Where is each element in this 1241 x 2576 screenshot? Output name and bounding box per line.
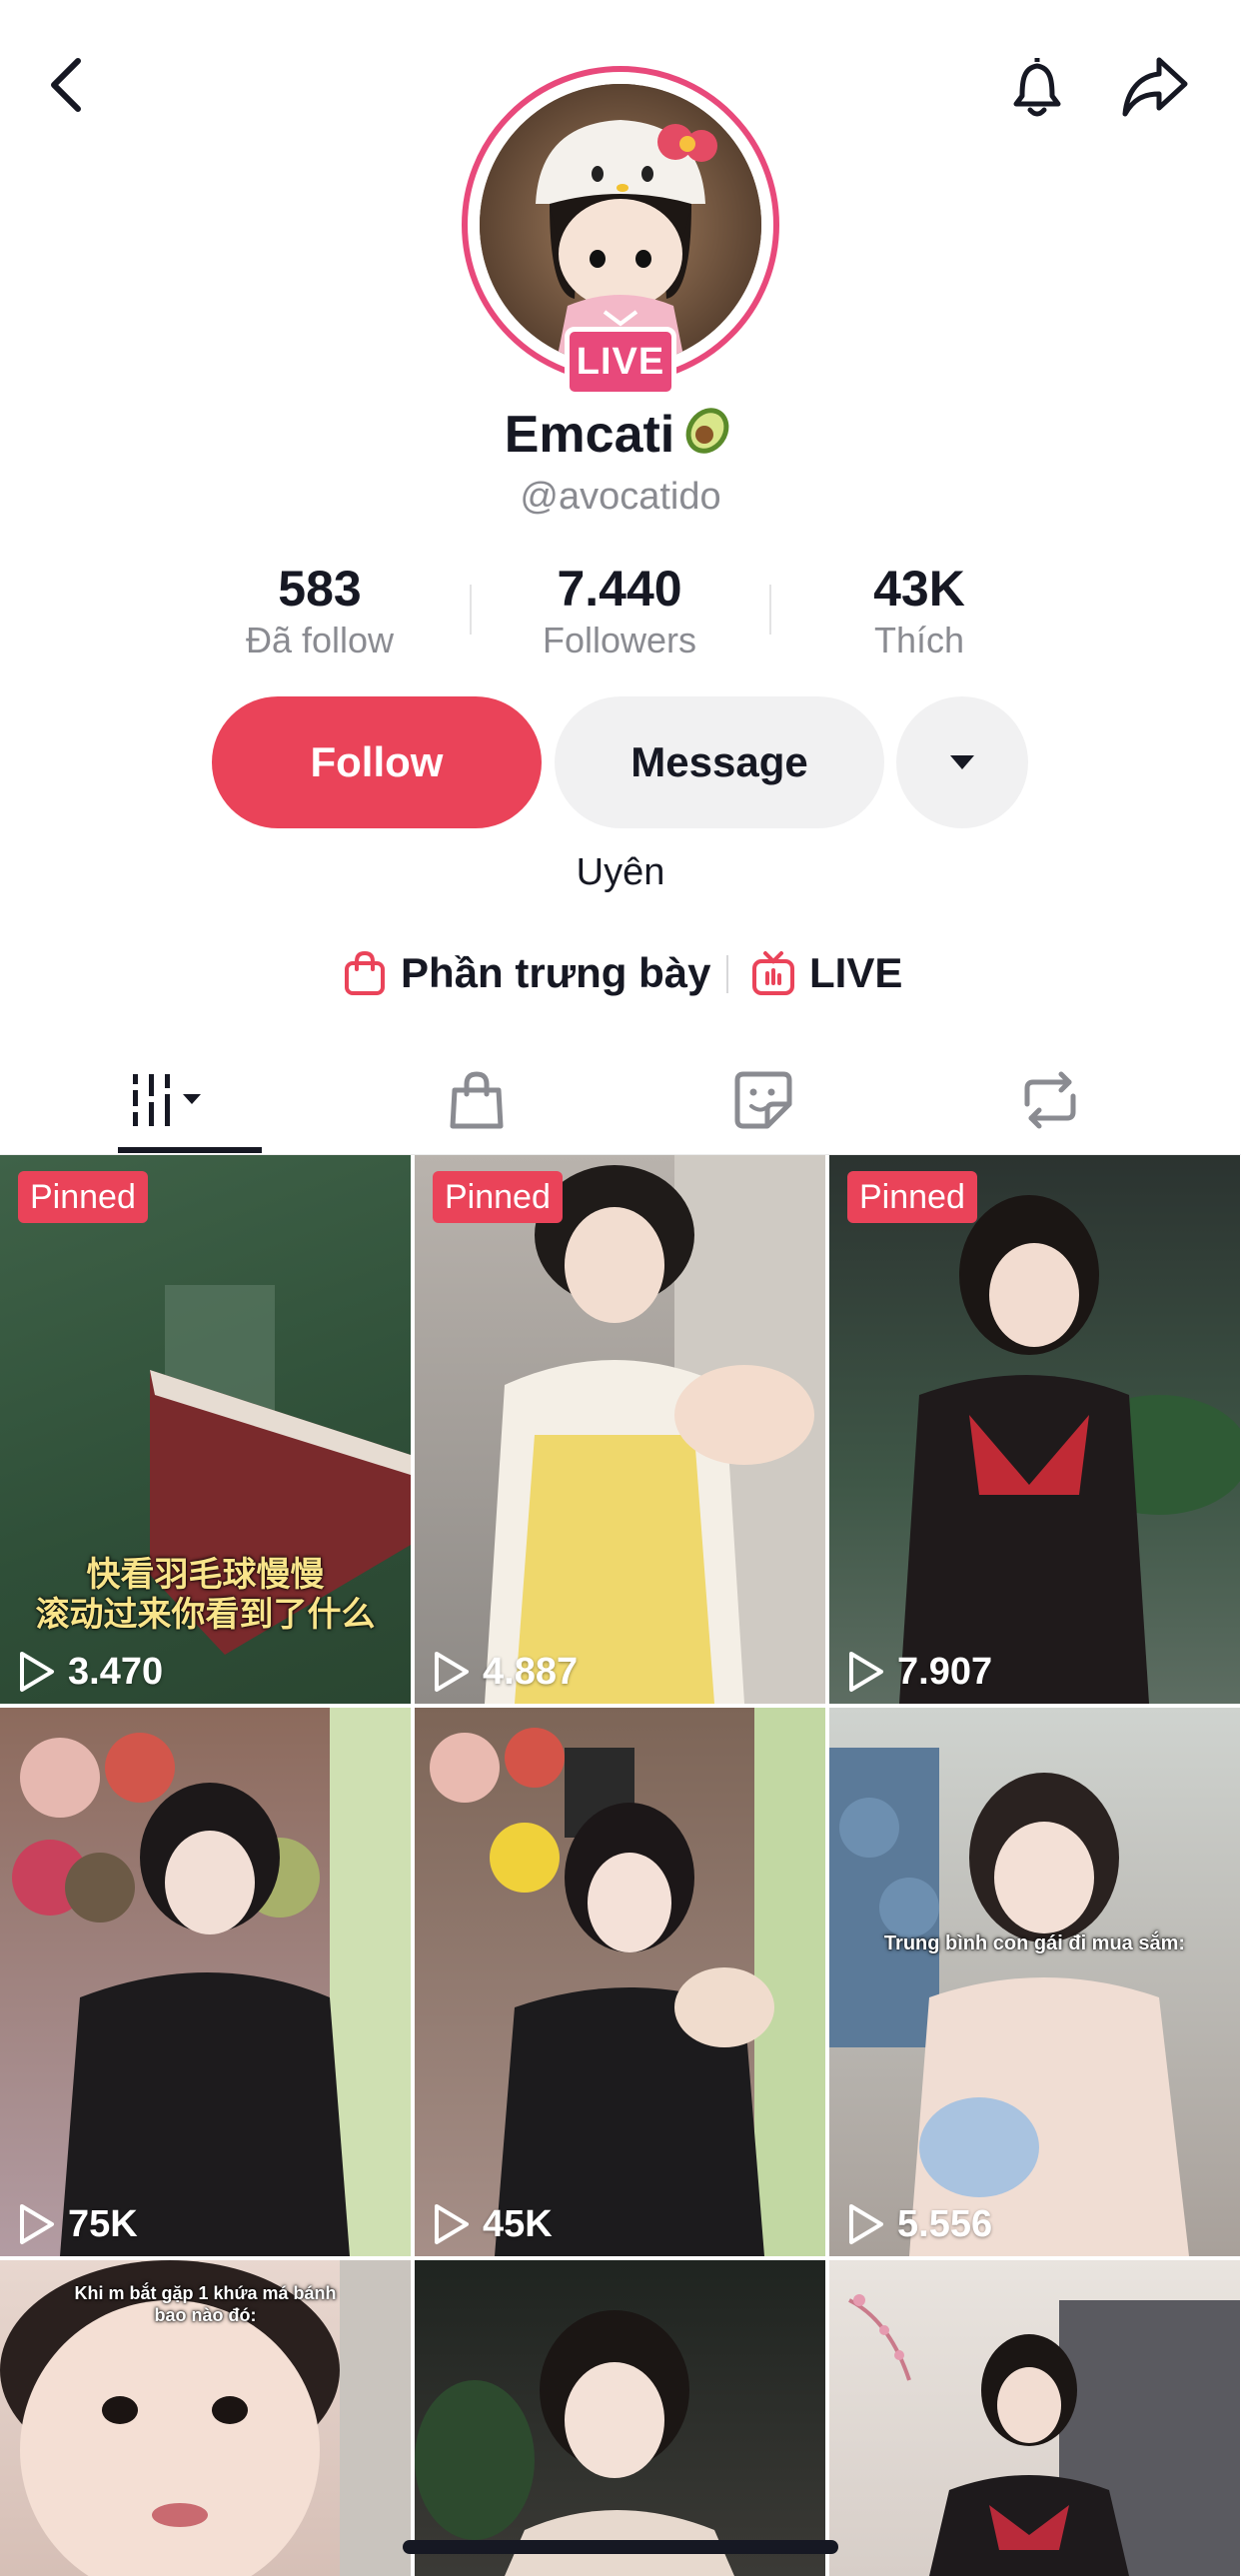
video-thumbnail: [829, 1748, 1189, 2256]
view-count-value: 75K: [68, 2202, 138, 2245]
play-icon: [849, 2204, 883, 2244]
stats-row: 583 Đã follow 7.440 Followers 43K Thích: [0, 560, 1241, 669]
follow-button[interactable]: Follow: [212, 696, 542, 828]
view-count-value: 4.887: [483, 1650, 579, 1693]
stats-divider: [769, 585, 771, 635]
stats-divider: [470, 585, 472, 635]
tab-videos[interactable]: [35, 1045, 345, 1155]
live-label: LIVE: [809, 949, 903, 996]
view-count-value: 5.556: [897, 2202, 993, 2245]
video-thumbnail: [12, 1708, 411, 2256]
live-link[interactable]: LIVE: [751, 943, 902, 1003]
video-caption: Trung bình con gái đi mua sắm:: [883, 1932, 1186, 1954]
view-count: 5.556: [845, 2202, 992, 2246]
view-count-value: 7.907: [897, 1650, 993, 1693]
tv-icon: [752, 951, 794, 995]
grid-columns-icon: [133, 1074, 201, 1126]
video-thumbnail: [430, 1708, 825, 2256]
video-thumbnail: [848, 2294, 1240, 2576]
message-button[interactable]: Message: [555, 696, 884, 828]
following-label: Đã follow: [245, 620, 395, 660]
home-indicator[interactable]: [403, 2540, 838, 2554]
video-thumbnail: [415, 2310, 734, 2576]
pinned-badge: Pinned: [18, 1171, 148, 1223]
video-tile[interactable]: [829, 2260, 1240, 2576]
display-name: Emcati: [504, 406, 675, 464]
video-tile[interactable]: Trung bình con gái đi mua sắm: 5.556: [829, 1708, 1240, 2256]
video-thumbnail: [485, 1155, 825, 1704]
stat-following[interactable]: 583 Đã follow: [200, 560, 440, 663]
video-tile[interactable]: [415, 2260, 825, 2576]
stat-followers[interactable]: 7.440 Followers: [500, 560, 739, 663]
pinned-badge: Pinned: [847, 1171, 977, 1223]
followers-count: 7.440: [557, 561, 682, 617]
view-count: 7.907: [845, 1650, 992, 1694]
back-icon[interactable]: [40, 55, 100, 115]
video-tile[interactable]: 45K: [415, 1708, 825, 2256]
play-icon: [435, 1652, 469, 1692]
video-caption: Khi m bắt gặp 1 khứa má bánh bao nào đó:: [74, 2283, 337, 2325]
view-count-value: 45K: [483, 2202, 553, 2245]
more-options-button[interactable]: [896, 696, 1028, 828]
pinned-badge: Pinned: [433, 1171, 563, 1223]
profile-tabs: [0, 1045, 1241, 1155]
video-tile[interactable]: Pinned 7.907: [829, 1155, 1240, 1704]
avocado-emoji-icon: [685, 408, 729, 454]
video-tile[interactable]: Pinned 快看羽毛球慢慢 滚动过来你看到了什么 3.470: [0, 1155, 411, 1704]
profile-links: Phần trưng bày LIVE: [0, 943, 1241, 1003]
tab-reposts[interactable]: [895, 1045, 1205, 1155]
username: @avocatido: [520, 476, 721, 518]
play-icon: [20, 2204, 54, 2244]
bio: Uyên: [576, 851, 665, 893]
view-count-value: 3.470: [68, 1650, 164, 1693]
bell-icon[interactable]: [1002, 52, 1072, 122]
showcase-label: Phần trưng bày: [401, 949, 711, 996]
tab-shop[interactable]: [322, 1045, 631, 1155]
view-count: 75K: [16, 2202, 138, 2246]
view-count: 3.470: [16, 1650, 163, 1694]
video-tile[interactable]: 75K: [0, 1708, 411, 2256]
video-tile[interactable]: Khi m bắt gặp 1 khứa má bánh bao nào đó:: [0, 2260, 411, 2576]
stat-likes[interactable]: 43K Thích: [799, 560, 1039, 663]
play-icon: [435, 2204, 469, 2244]
play-icon: [849, 1652, 883, 1692]
video-grid: Pinned 快看羽毛球慢慢 滚动过来你看到了什么 3.470 Pinned 4…: [0, 1155, 1241, 2576]
share-icon[interactable]: [1119, 52, 1191, 122]
display-name-row: Emcati: [0, 400, 1241, 465]
repost-icon: [1024, 1071, 1076, 1129]
followers-label: Followers: [542, 620, 697, 660]
video-tile[interactable]: Pinned 4.887: [415, 1155, 825, 1704]
video-thumbnail: [899, 1195, 1240, 1704]
following-count: 583: [278, 561, 362, 617]
view-count: 4.887: [431, 1650, 578, 1694]
view-count: 45K: [431, 2202, 553, 2246]
shopping-bag-icon: [450, 1071, 504, 1129]
showcase-link[interactable]: Phần trưng bày: [343, 943, 710, 1003]
active-tab-indicator: [118, 1147, 262, 1153]
tab-stickers[interactable]: [609, 1045, 918, 1155]
video-caption: 快看羽毛球慢慢 滚动过来你看到了什么: [35, 1556, 376, 1634]
links-divider: [726, 955, 728, 993]
caret-down-icon: [950, 755, 974, 769]
shopping-bag-icon: [345, 950, 385, 995]
likes-label: Thích: [873, 620, 965, 660]
likes-count: 43K: [873, 561, 965, 617]
live-badge[interactable]: LIVE: [565, 327, 676, 397]
sticker-icon: [734, 1071, 792, 1129]
play-icon: [20, 1652, 54, 1692]
avatar: [480, 84, 761, 366]
